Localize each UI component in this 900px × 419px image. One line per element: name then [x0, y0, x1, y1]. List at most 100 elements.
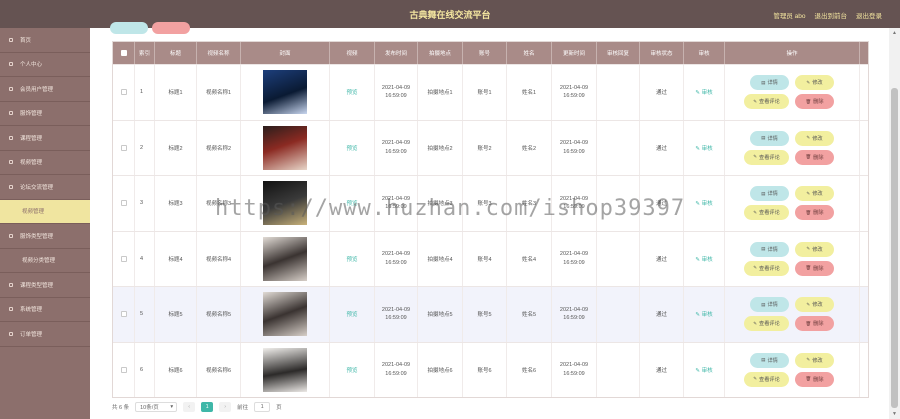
column-header: 视频名称 — [197, 42, 241, 64]
cover-image — [263, 292, 307, 337]
video-cell[interactable]: 预览 — [330, 342, 375, 397]
back-to-front-link[interactable]: 退出到前台 — [815, 10, 848, 20]
sidebar-item[interactable]: 视频分类管理 — [0, 249, 90, 273]
audit-cell[interactable]: ✎ 审核 — [684, 120, 725, 175]
sidebar-item-label: 首页 — [20, 37, 32, 44]
row-select-cell[interactable] — [113, 120, 135, 175]
video-preview-link[interactable]: 预览 — [346, 88, 357, 96]
scroll-up-icon[interactable]: ▲ — [889, 28, 900, 38]
edit-button[interactable]: ✎ 修改 — [795, 241, 834, 257]
audit-cell[interactable]: ✎ 审核 — [684, 176, 725, 231]
sidebar-item[interactable]: 系统管理 — [0, 298, 90, 322]
audit-cell[interactable]: ✎ 审核 — [684, 231, 725, 286]
detail-button[interactable]: ▤ 详情 — [750, 75, 789, 91]
row-select-cell[interactable] — [113, 231, 135, 286]
edit-icon: ✎ — [753, 154, 757, 160]
video-cell[interactable]: 预览 — [330, 120, 375, 175]
edit-button[interactable]: ✎ 修改 — [795, 297, 834, 313]
select-all-checkbox[interactable] — [120, 50, 127, 56]
cover-cell — [241, 287, 330, 342]
edit-button[interactable]: ✎ 修改 — [795, 75, 834, 91]
audit-link[interactable]: ✎ 审核 — [695, 255, 712, 263]
row-select-cell[interactable] — [113, 287, 135, 342]
scroll-down-icon[interactable]: ▼ — [889, 409, 900, 419]
sidebar-item[interactable]: 视频管理 — [0, 151, 90, 175]
sidebar-item[interactable]: 个人中心 — [0, 53, 90, 77]
view-comments-button[interactable]: ✎ 查看评论 — [744, 260, 789, 276]
edit-button[interactable]: ✎ 修改 — [795, 186, 834, 202]
next-page-button[interactable]: › — [219, 402, 232, 412]
row-select-cell[interactable] — [113, 176, 135, 231]
update-time: 2021-04-09 16:59:09 — [560, 361, 588, 378]
row-checkbox[interactable] — [120, 311, 127, 318]
sidebar-item[interactable]: 服饰管理 — [0, 102, 90, 126]
detail-button[interactable]: ▤ 详情 — [750, 241, 789, 257]
sidebar-item[interactable]: 首页 — [0, 28, 90, 53]
edit-icon: ✎ — [806, 246, 811, 252]
audit-link[interactable]: ✎ 审核 — [695, 199, 712, 207]
publish-clock: 16:59:09 — [385, 259, 407, 266]
goto-page-input[interactable]: 1 — [254, 402, 271, 412]
delete-button[interactable]: 🗑 删除 — [795, 205, 834, 221]
delete-button-label: 删除 — [813, 210, 824, 217]
video-cell[interactable]: 预览 — [330, 231, 375, 286]
audit-link[interactable]: ✎ 审核 — [695, 144, 712, 152]
video-preview-link[interactable]: 预览 — [346, 255, 357, 263]
view-comments-button[interactable]: ✎ 查看评论 — [744, 149, 789, 165]
view-comments-button[interactable]: ✎ 查看评论 — [744, 371, 789, 387]
audit-reply-cell — [597, 65, 640, 120]
delete-button[interactable]: 🗑 删除 — [795, 94, 834, 110]
detail-button[interactable]: ▤ 详情 — [750, 130, 789, 146]
logout-link[interactable]: 退出登录 — [856, 10, 882, 20]
video-preview-link[interactable]: 预览 — [346, 144, 357, 152]
audit-cell[interactable]: ✎ 审核 — [684, 342, 725, 397]
audit-link[interactable]: ✎ 审核 — [695, 88, 712, 96]
row-checkbox[interactable] — [120, 200, 127, 207]
audit-cell[interactable]: ✎ 审核 — [684, 287, 725, 342]
video-cell[interactable]: 预览 — [330, 287, 375, 342]
page-size-select[interactable]: 10条/页 ▾ — [135, 402, 178, 412]
select-all-cell[interactable] — [113, 42, 135, 64]
delete-button[interactable]: 🗑 删除 — [795, 260, 834, 276]
row-checkbox[interactable] — [120, 144, 127, 151]
view-comments-button[interactable]: ✎ 查看评论 — [744, 316, 789, 332]
audit-cell[interactable]: ✎ 审核 — [684, 65, 725, 120]
edit-button[interactable]: ✎ 修改 — [795, 130, 834, 146]
detail-button[interactable]: ▤ 详情 — [750, 352, 789, 368]
prev-page-button[interactable]: ‹ — [183, 402, 196, 412]
video-preview-link[interactable]: 预览 — [346, 310, 357, 318]
view-comments-button[interactable]: ✎ 查看评论 — [744, 205, 789, 221]
audit-link[interactable]: ✎ 审核 — [695, 310, 712, 318]
page-size-value: 10条/页 — [140, 405, 159, 411]
delete-button[interactable]: 🗑 删除 — [795, 371, 834, 387]
sidebar-item[interactable]: 订单管理 — [0, 322, 90, 347]
edit-button[interactable]: ✎ 修改 — [795, 352, 834, 368]
video-preview-link[interactable]: 预览 — [346, 366, 357, 374]
delete-button[interactable]: 🗑 删除 — [795, 316, 834, 332]
detail-button[interactable]: ▤ 详情 — [750, 297, 789, 313]
audit-reply-cell — [597, 120, 640, 175]
sidebar-item[interactable]: 视频管理 — [0, 199, 90, 224]
add-button[interactable] — [110, 22, 148, 34]
video-cell[interactable]: 预览 — [330, 65, 375, 120]
row-checkbox[interactable] — [120, 366, 127, 373]
sidebar-item[interactable]: 课程管理 — [0, 126, 90, 151]
audit-link[interactable]: ✎ 审核 — [695, 366, 712, 374]
sidebar-item[interactable]: 会员用户管理 — [0, 77, 90, 102]
sidebar-item[interactable]: 课程类型管理 — [0, 273, 90, 298]
table-body: 1 标题1 视频名称1 预览 2021-04-09 16:59:09 拍摄地点1 账号1 姓名1… — [113, 64, 868, 397]
delete-button[interactable]: 🗑 删除 — [795, 149, 834, 165]
row-select-cell[interactable] — [113, 342, 135, 397]
row-checkbox[interactable] — [120, 255, 127, 262]
batch-delete-button[interactable] — [152, 22, 190, 34]
sidebar-item[interactable]: 论坛交流管理 — [0, 175, 90, 200]
sidebar-item[interactable]: 服饰类型管理 — [0, 224, 90, 249]
detail-button[interactable]: ▤ 详情 — [750, 186, 789, 202]
row-select-cell[interactable] — [113, 65, 135, 120]
view-comments-button[interactable]: ✎ 查看评论 — [744, 94, 789, 110]
scroll-thumb[interactable] — [891, 88, 898, 408]
vertical-scrollbar[interactable]: ▲ ▼ — [889, 28, 900, 419]
title-cell: 标题4 — [155, 231, 197, 286]
page-number-current[interactable]: 1 — [201, 402, 214, 412]
row-checkbox[interactable] — [120, 89, 127, 96]
